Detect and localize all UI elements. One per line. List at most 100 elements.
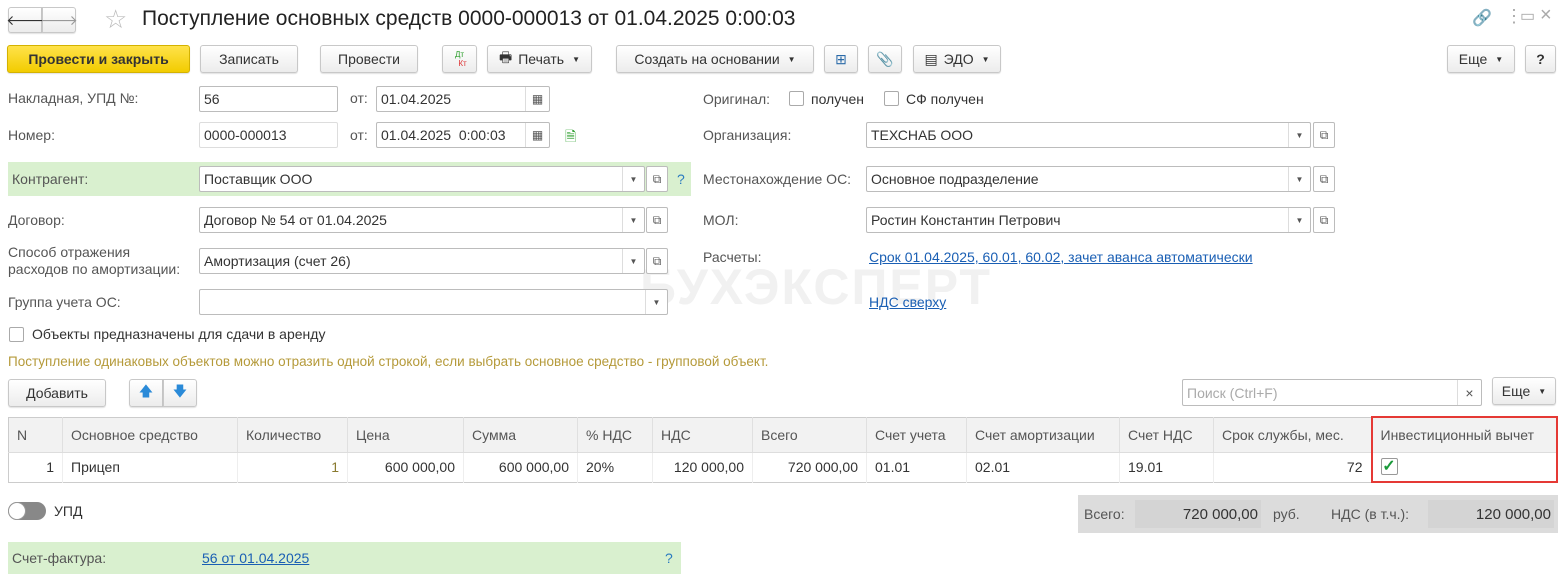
location-input[interactable]: Основное подразделение ▼ [866,166,1311,192]
open-button[interactable]: ⧉ [646,207,668,233]
from-label: от: [350,90,368,106]
col-vat-account[interactable]: Счет НДС [1119,417,1214,453]
clear-search-button[interactable]: × [1457,380,1481,405]
col-investment-deduction[interactable]: Инвестиционный вычет [1370,416,1558,453]
help-icon[interactable]: ? [665,550,673,566]
table-more-button[interactable]: Еще ▼ [1492,377,1556,405]
create-based-button[interactable]: Создать на основании ▼ [616,45,814,73]
structure-button[interactable]: ⊞ [824,45,858,73]
forward-button[interactable]: 🡒 [40,7,78,33]
amortization-input[interactable]: Амортизация (счет 26) ▼ [199,248,645,274]
back-button[interactable]: 🡐 [6,7,44,33]
open-button[interactable]: ⧉ [1313,207,1335,233]
cell-account[interactable]: 01.01 [866,452,967,482]
cell-qty[interactable]: 1 [237,452,348,482]
contract-input[interactable]: Договор № 54 от 01.04.2025 ▼ [199,207,645,233]
asset-group-label: Группа учета ОС: [8,294,121,310]
total-value: 720 000,00 [1135,500,1261,528]
chevron-down-icon[interactable]: ▼ [622,208,644,232]
chevron-down-icon: ▼ [1538,386,1547,396]
cell-total[interactable]: 720 000,00 [752,452,867,482]
cell-investment-deduction[interactable]: ✓ [1370,452,1558,483]
cell-sum[interactable]: 600 000,00 [463,452,578,482]
post-button[interactable]: Провести [320,45,418,73]
chevron-down-icon[interactable]: ▼ [1288,123,1310,147]
document-check-icon[interactable]: 🗎 [565,126,576,150]
open-button[interactable]: ⧉ [646,248,668,274]
upd-label: УПД [54,503,83,519]
cell-n[interactable]: 1 [8,452,63,482]
settlements-link[interactable]: Срок 01.04.2025, 60.01, 60.02, зачет ава… [869,249,1253,265]
vat-total-value: 120 000,00 [1428,500,1554,528]
settlements-label: Расчеты: [703,249,762,265]
calendar-icon[interactable]: ▦ [525,87,549,111]
vat-link[interactable]: НДС сверху [869,294,946,310]
close-icon[interactable]: × [1540,4,1552,27]
col-total[interactable]: Всего [752,417,867,453]
col-asset[interactable]: Основное средство [62,417,238,453]
col-qty[interactable]: Количество [237,417,348,453]
cell-vat[interactable]: 120 000,00 [652,452,753,482]
asset-group-input[interactable]: ▼ [199,289,668,315]
link-icon[interactable]: 🔗 [1472,8,1492,28]
investment-deduction-checkbox[interactable]: ✓ [1380,458,1398,476]
chevron-down-icon[interactable]: ▼ [622,249,644,273]
col-n[interactable]: N [8,417,63,453]
cell-vat-rate[interactable]: 20% [577,452,653,482]
col-sum[interactable]: Сумма [463,417,578,453]
cell-vat-account[interactable]: 19.01 [1119,452,1214,482]
more-button[interactable]: Еще ▼ [1447,45,1515,73]
chevron-down-icon[interactable]: ▼ [1288,208,1310,232]
open-button[interactable]: ⧉ [1313,122,1335,148]
edo-button[interactable]: ▤ ЭДО ▼ [913,45,1001,73]
col-amort-account[interactable]: Счет амортизации [966,417,1120,453]
maximize-icon[interactable]: ▭ [1520,6,1535,26]
open-button[interactable]: ⧉ [646,166,668,192]
print-button[interactable]: 🖶 Печать ▼ [487,45,592,73]
help-icon[interactable]: ? [677,171,685,187]
rent-checkbox[interactable] [9,327,24,342]
organization-input[interactable]: ТЕХСНАБ ООО ▼ [866,122,1311,148]
move-up-button[interactable]: 🡅 [129,379,163,407]
received-label: получен [811,91,865,107]
cell-amort-account[interactable]: 02.01 [966,452,1120,482]
save-button[interactable]: Записать [200,45,298,73]
chevron-down-icon[interactable]: ▼ [1288,167,1310,191]
upd-toggle[interactable] [8,502,46,520]
number-date-input[interactable]: 01.04.2025 0:00:03 ▦ [376,122,550,148]
mol-label: МОЛ: [703,212,739,228]
kt-icon: Кт [458,59,467,68]
col-life[interactable]: Срок службы, мес. [1213,417,1372,453]
amortization-label-line1: Способ отражения [8,244,131,260]
cell-life[interactable]: 72 [1213,452,1372,482]
post-and-close-button[interactable]: Провести и закрыть [7,45,190,73]
add-button[interactable]: Добавить [8,379,106,407]
attach-button[interactable]: 📎 [868,45,902,73]
edo-icon: ▤ [924,50,938,67]
received-checkbox[interactable] [789,91,804,106]
open-button[interactable]: ⧉ [1313,166,1335,192]
number-input[interactable]: 0000-000013 [199,122,338,148]
dt-kt-button[interactable]: Дт Кт [442,45,477,73]
cell-price[interactable]: 600 000,00 [347,452,464,482]
invoice-date-input[interactable]: 01.04.2025 ▦ [376,86,550,112]
counterparty-input[interactable]: Поставщик ООО ▼ [199,166,645,192]
sf-received-checkbox[interactable] [884,91,899,106]
invoice-number-input[interactable]: 56 [199,86,338,112]
col-account[interactable]: Счет учета [866,417,967,453]
mol-input[interactable]: Ростин Константин Петрович ▼ [866,207,1311,233]
col-price[interactable]: Цена [347,417,464,453]
col-vat[interactable]: НДС [652,417,753,453]
help-button[interactable]: ? [1525,45,1556,73]
search-input[interactable]: Поиск (Ctrl+F) × [1182,379,1482,406]
calendar-icon[interactable]: ▦ [525,123,549,147]
move-down-button[interactable]: 🡇 [163,379,197,407]
chevron-down-icon[interactable]: ▼ [622,167,644,191]
from-label: от: [350,127,368,143]
favorite-star-icon[interactable]: ☆ [104,4,127,35]
cell-asset[interactable]: Прицеп [62,452,238,482]
sf-link[interactable]: 56 от 01.04.2025 [202,550,309,566]
chevron-down-icon[interactable]: ▼ [645,290,667,314]
col-vat-rate[interactable]: % НДС [577,417,653,453]
table-row[interactable]: 1 Прицеп 1 600 000,00 600 000,00 20% 120… [8,452,1558,483]
